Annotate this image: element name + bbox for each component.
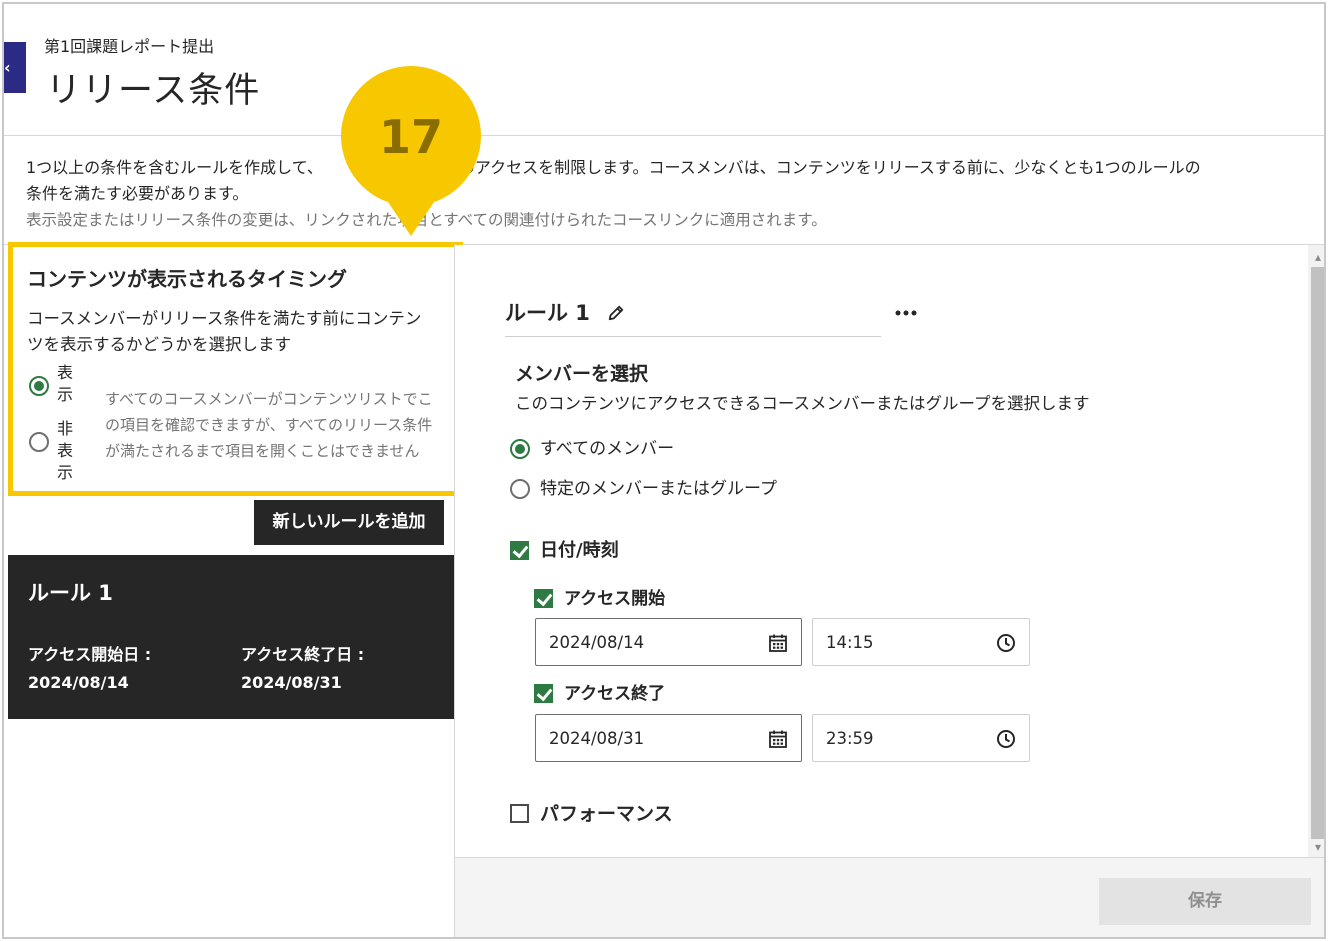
intro-note: 表示設定またはリリース条件の変更は、リンクされた項目とすべての関連付けられたコー…: [26, 207, 1316, 233]
scrollbar[interactable]: ▴ ▾: [1308, 245, 1324, 857]
breadcrumb[interactable]: 第1回課題レポート提出: [44, 33, 214, 57]
datetime-label: 日付/時刻: [540, 540, 619, 561]
more-icon[interactable]: [894, 303, 918, 323]
pencil-icon[interactable]: [607, 304, 625, 322]
clock-icon[interactable]: [996, 729, 1016, 749]
footer-bar: 保存: [455, 857, 1324, 937]
checkbox-checked-icon[interactable]: [534, 589, 553, 608]
rule-card-title: ルール 1: [28, 581, 113, 605]
page-title: リリース条件: [46, 71, 261, 111]
member-option-label: 特定のメンバーまたはグループ: [540, 479, 777, 499]
rule-card[interactable]: ルール 1 アクセス開始日 : 2024/08/14 アクセス終了日 : 202…: [8, 555, 454, 719]
rule-card-start-label: アクセス開始日 :: [28, 645, 152, 664]
calendar-icon[interactable]: [768, 729, 788, 749]
end-time-value: 23:59: [826, 729, 874, 748]
rule-card-end-label: アクセス終了日 :: [241, 645, 365, 664]
start-date-input[interactable]: 2024/08/14: [535, 618, 802, 666]
scroll-thumb[interactable]: [1311, 267, 1324, 839]
rule-editor: ルール 1 メンバーを選択 このコンテンツにアクセスできるコースメンバーまたはグ…: [455, 245, 1308, 857]
visibility-panel: コンテンツが表示されるタイミング コースメンバーがリリース条件を満たす前にコンテ…: [8, 242, 463, 496]
save-button[interactable]: 保存: [1099, 878, 1311, 925]
header-divider: [4, 135, 1324, 136]
start-time-value: 14:15: [826, 633, 874, 652]
intro-line-1: 1つ以上の条件を含むルールを作成して、 へのアクセスを制限します。コースメンバは…: [26, 158, 1201, 177]
end-date-input[interactable]: 2024/08/31: [535, 714, 802, 762]
end-date-value: 2024/08/31: [549, 729, 645, 748]
radio-unselected-icon[interactable]: [510, 479, 530, 499]
release-conditions-window: ‹ 第1回課題レポート提出 リリース条件 1つ以上の条件を含むルールを作成して、…: [2, 2, 1326, 939]
intro-text: 1つ以上の条件を含むルールを作成して、 へのアクセスを制限します。コースメンバは…: [26, 155, 1316, 233]
visibility-help-text: すべてのコースメンバーがコンテンツリストでこの項目を確認できますが、すべてのリリ…: [105, 390, 433, 460]
clock-icon[interactable]: [996, 633, 1016, 653]
members-description: このコンテンツにアクセスできるコースメンバーまたはグループを選択します: [515, 394, 1090, 413]
radio-selected-icon[interactable]: [510, 439, 530, 459]
performance-label: パフォーマンス: [540, 803, 673, 825]
visibility-options: 表示 非表示 すべてのコースメンバーがコンテンツリストでこの項目を確認できますが…: [27, 363, 444, 482]
scroll-up-icon[interactable]: ▴: [1312, 251, 1324, 263]
intro-line-2: 条件を満たす必要があります。: [26, 184, 249, 203]
end-time-input[interactable]: 23:59: [812, 714, 1030, 762]
chevron-left-icon: ‹: [4, 58, 11, 77]
calendar-icon[interactable]: [768, 633, 788, 653]
visibility-title: コンテンツが表示されるタイミング: [27, 267, 347, 291]
visibility-option-hide[interactable]: 非表示: [27, 419, 97, 482]
add-rule-button[interactable]: 新しいルールを追加: [254, 500, 444, 545]
rule-card-start-value: 2024/08/14: [28, 673, 129, 692]
checkbox-checked-icon[interactable]: [534, 684, 553, 703]
member-option-label: すべてのメンバー: [540, 439, 675, 459]
visibility-option-label: 非表示: [57, 419, 74, 482]
start-time-input[interactable]: 14:15: [812, 618, 1030, 666]
scroll-down-icon[interactable]: ▾: [1312, 841, 1324, 853]
back-button[interactable]: ‹: [4, 42, 26, 93]
visibility-option-show[interactable]: 表示: [27, 363, 97, 422]
access-end-label: アクセス終了: [564, 684, 666, 704]
rule-name-field[interactable]: ルール 1: [505, 297, 881, 337]
step-callout: 17: [341, 66, 481, 236]
radio-unselected-icon[interactable]: [29, 432, 49, 452]
rule-card-end-value: 2024/08/31: [241, 673, 342, 692]
members-title: メンバーを選択: [515, 363, 649, 385]
access-start-label: アクセス開始: [564, 589, 666, 609]
visibility-description: コースメンバーがリリース条件を満たす前にコンテンツを表示するかどうかを選択します: [27, 309, 422, 354]
start-date-value: 2024/08/14: [549, 633, 645, 652]
visibility-option-label: 表示: [57, 363, 74, 404]
checkbox-checked-icon[interactable]: [510, 541, 529, 560]
radio-selected-icon[interactable]: [29, 376, 49, 396]
rule-name: ルール 1: [505, 301, 590, 325]
checkbox-unchecked-icon[interactable]: [510, 804, 529, 823]
step-number: 17: [378, 110, 443, 164]
